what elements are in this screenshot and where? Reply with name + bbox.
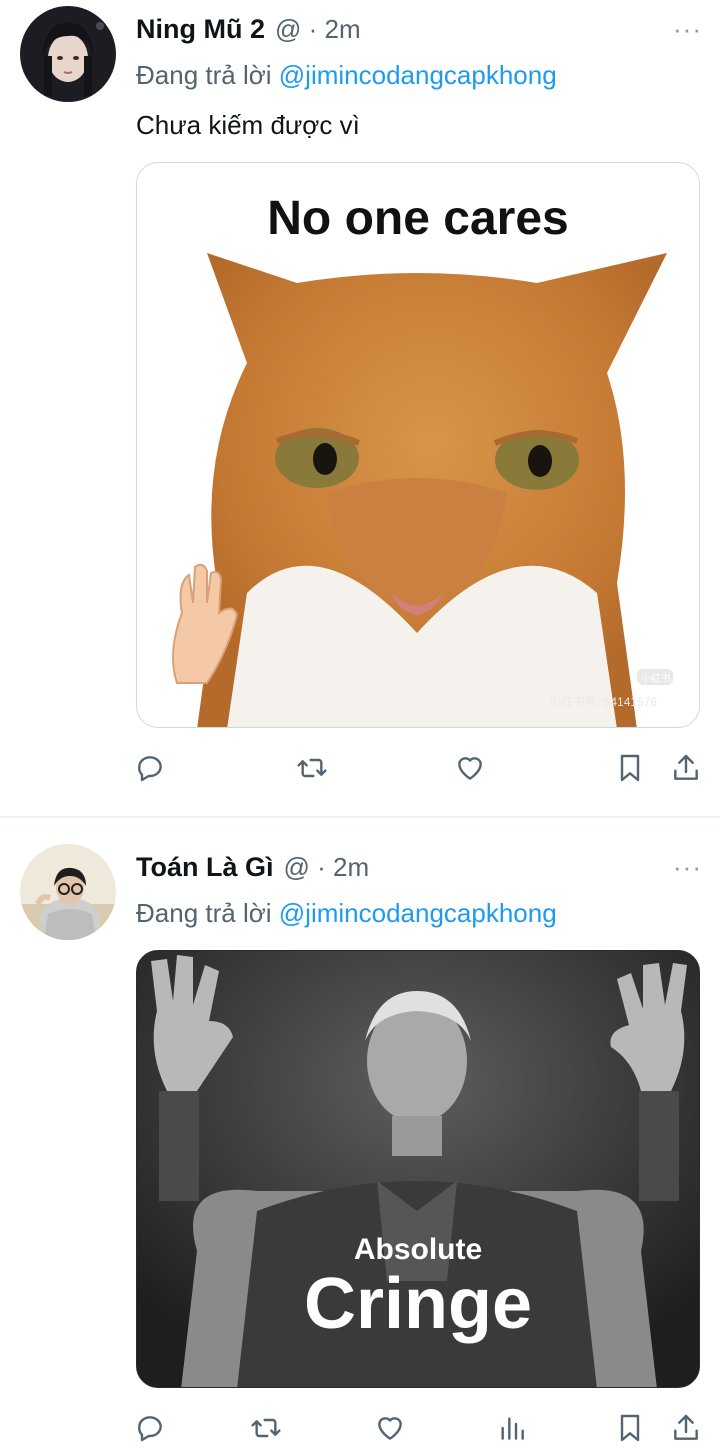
avatar[interactable] xyxy=(20,6,116,102)
tweet-1[interactable]: Ning Mũ 2 @ · 2m ··· Đang trả lời @jimin… xyxy=(0,0,720,816)
watermark-text: 小红书号: 54141576 xyxy=(549,695,658,709)
tweet-media[interactable]: Absolute Cringe xyxy=(136,950,700,1388)
display-name[interactable]: Ning Mũ 2 xyxy=(136,14,265,45)
tweet-actions xyxy=(0,748,720,788)
reply-button[interactable] xyxy=(130,1408,170,1448)
views-icon xyxy=(501,1417,524,1440)
like-button[interactable] xyxy=(370,1408,410,1448)
share-button[interactable] xyxy=(666,1408,706,1448)
reply-prefix: Đang trả lời xyxy=(136,898,279,928)
reply-prefix: Đang trả lời xyxy=(136,60,279,90)
bookmark-icon xyxy=(620,754,640,782)
display-name[interactable]: Toán Là Gì xyxy=(136,852,274,883)
avatar[interactable] xyxy=(20,844,116,940)
reply-icon xyxy=(138,1416,162,1442)
handle-time: @ · 2m xyxy=(283,852,370,882)
cat-image xyxy=(172,253,673,727)
reply-icon xyxy=(138,756,162,782)
retweet-button[interactable] xyxy=(292,748,332,788)
reply-handle-link[interactable]: @jimincodangcapkhong xyxy=(279,60,557,90)
tweet-text: Chưa kiếm được vì xyxy=(136,110,360,140)
reply-handle-link[interactable]: @jimincodangcapkhong xyxy=(279,898,557,928)
more-options-icon[interactable]: ··· xyxy=(673,14,702,45)
meme-caption-big: Cringe xyxy=(303,1264,533,1344)
meme-caption-small: Absolute xyxy=(353,1233,483,1266)
tweet-media[interactable]: No one cares 小红书 小红书号: 54141576 xyxy=(136,162,700,728)
like-button[interactable] xyxy=(450,748,490,788)
more-options-icon[interactable]: ··· xyxy=(673,852,702,883)
share-icon xyxy=(674,754,698,780)
watermark-badge: 小红书 xyxy=(641,674,671,685)
retweet-button[interactable] xyxy=(246,1408,286,1448)
reply-button[interactable] xyxy=(130,748,170,788)
reply-context: Đang trả lời @jimincodangcapkhong xyxy=(136,898,557,929)
views-button[interactable] xyxy=(492,1408,532,1448)
tweet-2[interactable]: Toán Là Gì @ · 2m ··· Đang trả lời @jimi… xyxy=(0,818,720,1442)
reply-context: Đang trả lời @jimincodangcapkhong xyxy=(136,60,557,91)
retweet-icon xyxy=(251,1418,281,1438)
retweet-icon xyxy=(297,758,327,778)
bookmark-button[interactable] xyxy=(610,748,650,788)
bookmark-icon xyxy=(620,1414,640,1442)
share-button[interactable] xyxy=(666,748,706,788)
like-icon xyxy=(458,757,482,780)
bookmark-button[interactable] xyxy=(610,1408,650,1448)
share-icon xyxy=(674,1414,698,1440)
handle-time: @ · 2m xyxy=(275,14,361,44)
tweet-actions xyxy=(0,1408,720,1448)
like-icon xyxy=(378,1417,402,1440)
